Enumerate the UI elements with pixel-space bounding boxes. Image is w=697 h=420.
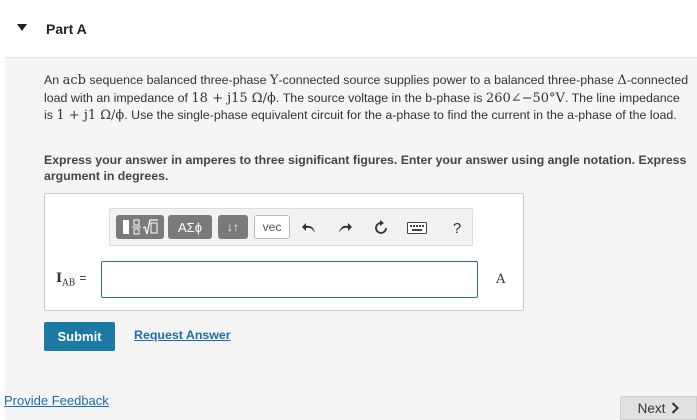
collapse-caret-icon[interactable] [17,24,27,31]
greek-symbols-button[interactable]: ΑΣϕ [168,215,212,239]
submit-button[interactable]: Submit [44,322,115,351]
math-toolbar: ΑΣϕ ↓↑ vec ? [109,208,473,246]
undo-icon[interactable] [298,216,320,240]
next-button[interactable]: Next [620,396,697,420]
redo-icon[interactable] [334,216,356,240]
answer-instructions: Express your answer in amperes to three … [44,153,687,183]
next-button-label: Next [637,400,666,416]
request-answer-link[interactable]: Request Answer [134,328,231,342]
answer-input[interactable] [101,261,478,298]
part-header[interactable]: Part A [0,0,697,56]
reset-icon[interactable] [370,216,392,240]
keyboard-icon[interactable] [406,216,428,240]
templates-button[interactable] [116,215,164,239]
answer-label: IAB = [56,271,87,289]
vector-button[interactable]: vec [254,215,290,239]
question-text: An acb sequence balanced three-phase Y-c… [44,73,689,123]
arrows-button[interactable]: ↓↑ [218,215,248,239]
fraction-sqrt-template-icon [123,219,158,235]
chevron-right-icon [672,402,680,414]
part-title: Part A [46,21,87,37]
provide-feedback-link[interactable]: Provide Feedback [4,393,109,408]
help-button[interactable]: ? [446,216,468,240]
answer-unit: A [496,272,506,287]
